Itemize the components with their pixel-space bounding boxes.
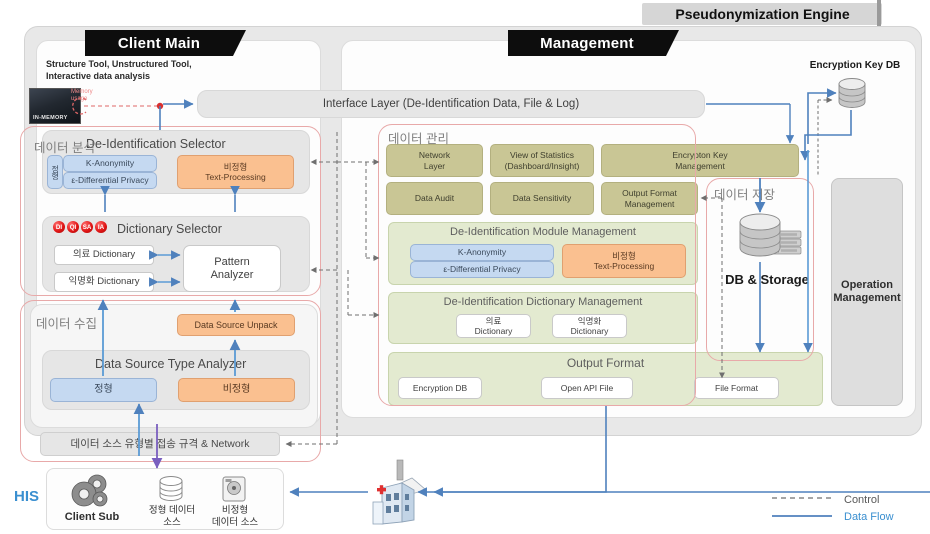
module-k-anonymity-box[interactable]: K-Anonymity [410, 244, 554, 261]
memory-usage-note-line2: usage [71, 96, 88, 102]
module-unstructured-line1: 비정형 [612, 250, 636, 261]
dict-medical-box[interactable]: 의료 Dictionary [456, 314, 531, 338]
structured-source-label-line1: 정형 데이터 [148, 505, 196, 516]
tile-outfmt-line2: Management [624, 198, 675, 209]
db-storage-label: DB & Storage [725, 272, 809, 287]
unstructured-source-label-line2: 데이터 소스 [211, 517, 259, 528]
analysis-group-label: 데이터 분석 [34, 141, 95, 155]
structured-source-icon [156, 474, 186, 509]
structured-box[interactable]: 정형 [50, 378, 157, 402]
tile-data-audit[interactable]: Data Audit [386, 182, 483, 215]
output-file-format-box[interactable]: File Format [694, 377, 779, 399]
module-unstructured-line2: Text-Processing [593, 261, 655, 271]
interface-layer-bar[interactable]: Interface Layer (De-Identification Data,… [197, 90, 705, 118]
tile-outfmt-line1: Output Format [622, 188, 677, 199]
tile-enckey-line2: Management [675, 160, 725, 171]
data-source-type-analyzer-title: Data Source Type Analyzer [95, 357, 247, 371]
tile-encryption-key-management[interactable]: Encrypton Key Management [601, 144, 799, 177]
tile-data-sensitivity[interactable]: Data Sensitivity [490, 182, 594, 215]
engine-title: Pseudonymization Engine [675, 6, 850, 22]
unstructured-label: 비정형 [223, 161, 248, 172]
output-open-api-file-box[interactable]: Open API File [541, 377, 633, 399]
operation-management-line2: Management [833, 292, 901, 304]
tile-stats-line1: View of Statistics [509, 150, 575, 161]
anon-dictionary-box[interactable]: 익명화 Dictionary [54, 272, 154, 292]
legend-control-label: Control [844, 494, 880, 506]
client-sub-label: Client Sub [64, 511, 120, 523]
differential-privacy-box[interactable]: ε-Differential Privacy [63, 172, 157, 189]
module-differential-privacy-box[interactable]: ε-Differential Privacy [410, 261, 554, 278]
db-storage-icon [736, 210, 808, 265]
deid-dictionary-management-title: De-Identification Dictionary Management [443, 296, 643, 308]
k-anonymity-box[interactable]: K-Anonymity [63, 155, 157, 172]
data-management-group-label: 데이터 관리 [388, 132, 449, 146]
legend-data-flow-label: Data Flow [844, 511, 894, 523]
his-label: HIS [14, 488, 40, 505]
interface-layer-label: Interface Layer (De-Identification Data,… [322, 98, 580, 110]
unstructured-source-label-line1: 비정형 [221, 505, 249, 516]
memory-usage-note-line1: Memory [71, 89, 93, 95]
tile-enckey-line1: Encrypton Key [672, 150, 728, 161]
unstructured-source-icon [219, 474, 249, 509]
dict-medical-line1: 의료 [485, 315, 502, 326]
tile-network-layer-line2: Layer [423, 160, 446, 171]
network-spec-bar[interactable]: 데이터 소스 유형별 접송 규격 & Network [40, 432, 280, 456]
text-processing-label: Text-Processing [205, 172, 266, 182]
management-label: Management [540, 34, 634, 52]
collect-group-label: 데이터 수집 [36, 317, 97, 331]
client-main-ribbon: Client Main [85, 30, 246, 56]
dictionary-selector-title: Dictionary Selector [117, 222, 222, 236]
medical-dictionary-box[interactable]: 의료 Dictionary [54, 245, 154, 265]
badge-di: DI [53, 221, 65, 233]
structured-vertical-label: 정형 [47, 155, 63, 189]
tile-stats-line2: (Dashboard/Insight) [504, 160, 580, 171]
output-format-title: Output Format [566, 356, 645, 370]
hospital-icon [368, 458, 434, 533]
encryption-key-db-icon [836, 76, 868, 115]
pattern-analyzer-line1: Pattern [214, 255, 250, 268]
module-text-processing-box[interactable]: 비정형 Text-Processing [562, 244, 686, 278]
data-source-unpack-box[interactable]: Data Source Unpack [177, 314, 295, 336]
pattern-analyzer-line2: Analyzer [210, 268, 254, 281]
output-encryption-db-box[interactable]: Encryption DB [398, 377, 482, 399]
deid-module-management-title: De-Identification Module Management [450, 226, 636, 238]
unstructured-text-processing-box[interactable]: 비정형 Text-Processing [177, 155, 294, 189]
dict-anon-line1: 익명화 [577, 315, 602, 326]
deid-selector-title: De-Identification Selector [86, 137, 226, 151]
tile-network-layer[interactable]: Network Layer [386, 144, 483, 177]
pattern-analyzer-box[interactable]: Pattern Analyzer [183, 245, 281, 292]
unstructured-box[interactable]: 비정형 [178, 378, 295, 402]
client-subtitle-line1: Structure Tool, Unstructured Tool, [46, 59, 192, 69]
tile-view-of-statistics[interactable]: View of Statistics (Dashboard/Insight) [490, 144, 594, 177]
structured-source-label-line2: 소스 [163, 517, 181, 528]
dict-anon-box[interactable]: 익명화 Dictionary [552, 314, 627, 338]
management-ribbon: Management [508, 30, 679, 56]
operation-management-line1: Operation [841, 279, 893, 292]
badge-qi: QI [67, 221, 79, 233]
dict-medical-line2: Dictionary [474, 326, 513, 336]
encryption-key-db-label: Encryption Key DB [809, 60, 901, 71]
tile-network-layer-line1: Network [418, 150, 451, 161]
tile-output-format-management[interactable]: Output Format Management [601, 182, 698, 215]
operation-management-box[interactable]: Operation Management [831, 178, 903, 406]
badge-ia: IA [95, 221, 107, 233]
client-subtitle-line2: Interactive data analysis [46, 71, 151, 81]
storage-group-label: 데이터 저장 [714, 188, 775, 202]
dict-anon-line2: Dictionary [570, 326, 609, 336]
badge-sa: SA [81, 221, 93, 233]
client-main-label: Client Main [117, 34, 201, 52]
